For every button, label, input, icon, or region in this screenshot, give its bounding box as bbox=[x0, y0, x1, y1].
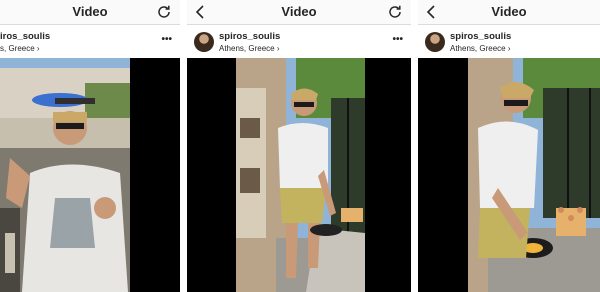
refresh-icon[interactable] bbox=[156, 4, 172, 20]
nav-bar: Video bbox=[187, 0, 411, 25]
post-header: iros_soulis s, Greece › ••• bbox=[0, 26, 180, 58]
video-frame bbox=[468, 58, 600, 292]
refresh-icon[interactable] bbox=[387, 4, 403, 20]
username-link[interactable]: spiros_soulis bbox=[450, 31, 511, 42]
video-screen-2: Video spiros_soulis Athens, Greece › ••• bbox=[187, 0, 411, 292]
chevron-right-icon: › bbox=[36, 44, 40, 53]
nav-title: Video bbox=[281, 4, 317, 19]
nav-title: Video bbox=[72, 4, 108, 19]
nav-title: Video bbox=[491, 4, 527, 19]
video-frame bbox=[236, 58, 365, 292]
video-player[interactable] bbox=[0, 58, 180, 292]
location-text: Athens, Greece bbox=[219, 44, 275, 53]
video-player[interactable] bbox=[187, 58, 411, 292]
post-header: spiros_soulis Athens, Greece › ••• bbox=[187, 26, 411, 58]
panel-divider bbox=[411, 0, 418, 292]
username-link[interactable]: iros_soulis bbox=[0, 31, 50, 42]
video-frame bbox=[0, 58, 130, 292]
username-link[interactable]: spiros_soulis bbox=[219, 31, 280, 42]
nav-bar: Video bbox=[0, 0, 180, 25]
location-text: s, Greece bbox=[0, 44, 35, 53]
chevron-right-icon: › bbox=[507, 44, 511, 53]
video-screen-1: Video iros_soulis s, Greece › ••• bbox=[0, 0, 180, 292]
avatar[interactable] bbox=[194, 32, 214, 52]
location-link[interactable]: Athens, Greece › bbox=[450, 44, 511, 53]
location-link[interactable]: Athens, Greece › bbox=[219, 44, 280, 53]
more-options-icon[interactable]: ••• bbox=[161, 34, 172, 45]
video-screen-3: Video spiros_soulis Athens, Greece › bbox=[418, 0, 600, 292]
avatar[interactable] bbox=[425, 32, 445, 52]
post-header: spiros_soulis Athens, Greece › bbox=[418, 26, 600, 58]
nav-bar: Video bbox=[418, 0, 600, 25]
video-player[interactable] bbox=[418, 58, 600, 292]
location-text: Athens, Greece bbox=[450, 44, 506, 53]
panel-divider bbox=[180, 0, 187, 292]
more-options-icon[interactable]: ••• bbox=[392, 34, 403, 45]
chevron-right-icon: › bbox=[276, 44, 280, 53]
location-link[interactable]: s, Greece › bbox=[0, 44, 40, 53]
